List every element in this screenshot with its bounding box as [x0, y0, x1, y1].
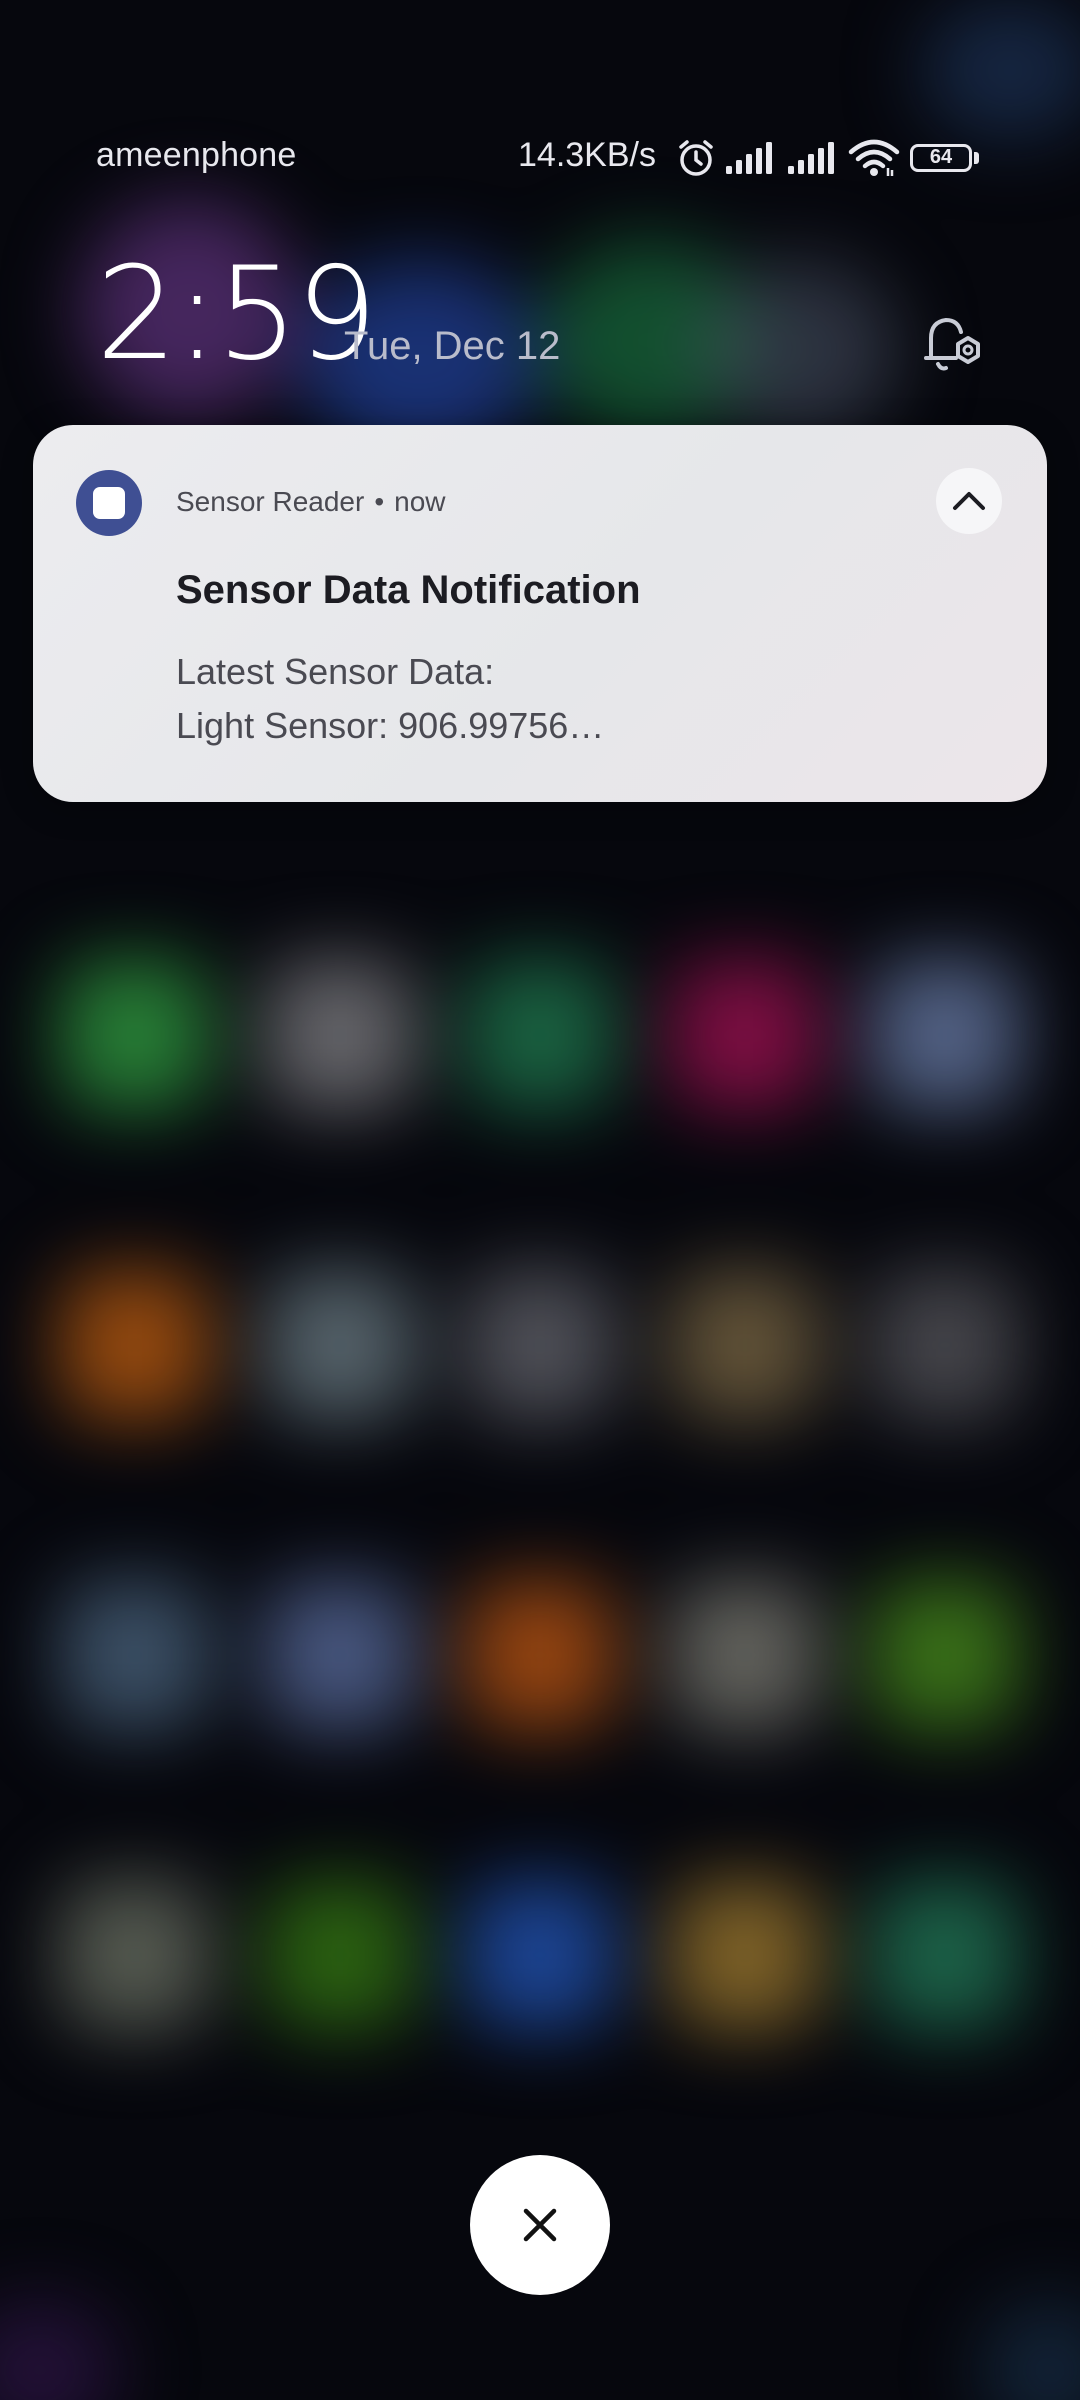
clear-notifications-button[interactable] — [470, 2155, 610, 2295]
header-separator: • — [374, 486, 385, 517]
close-icon — [523, 2208, 557, 2242]
notification-card[interactable]: Sensor Reader • now Sensor Data Notificati… — [33, 425, 1047, 802]
app-icon-glyph — [93, 487, 125, 519]
notification-app-name: Sensor Reader — [176, 486, 365, 517]
chevron-up-icon — [953, 492, 985, 510]
notification-body-line2: Light Sensor: 906.99756… — [176, 705, 605, 746]
notification-body-line1: Latest Sensor Data: — [176, 651, 495, 692]
network-speed: 14.3KB/s — [518, 136, 656, 174]
notification-time: now — [394, 486, 446, 517]
battery-level: 64 — [929, 146, 953, 168]
carrier-name: ameenphone — [96, 136, 297, 174]
notification-settings-icon[interactable] — [916, 310, 986, 380]
notification-header: Sensor Reader • now — [176, 486, 446, 518]
battery-icon: 64 — [910, 144, 972, 172]
lockscreen-clock: 2:59 — [96, 240, 377, 389]
lock-screen: ameenphone 14.3KB/s 64 2:59 Tue, Dec 12 … — [0, 0, 1080, 2400]
status-bar: ameenphone 14.3KB/s 64 — [0, 130, 1080, 190]
lockscreen-date: Tue, Dec 12 — [344, 324, 561, 368]
wifi-icon — [848, 138, 900, 183]
collapse-button[interactable] — [936, 468, 1002, 534]
app-icon — [76, 470, 142, 536]
signal-sim2-icon — [788, 142, 838, 181]
notification-title: Sensor Data Notification — [176, 568, 641, 612]
signal-sim1-icon — [726, 142, 776, 181]
battery-nub — [974, 152, 979, 164]
notification-body: Latest Sensor Data: Light Sensor: 906.99… — [176, 645, 604, 753]
alarm-icon — [676, 138, 716, 183]
